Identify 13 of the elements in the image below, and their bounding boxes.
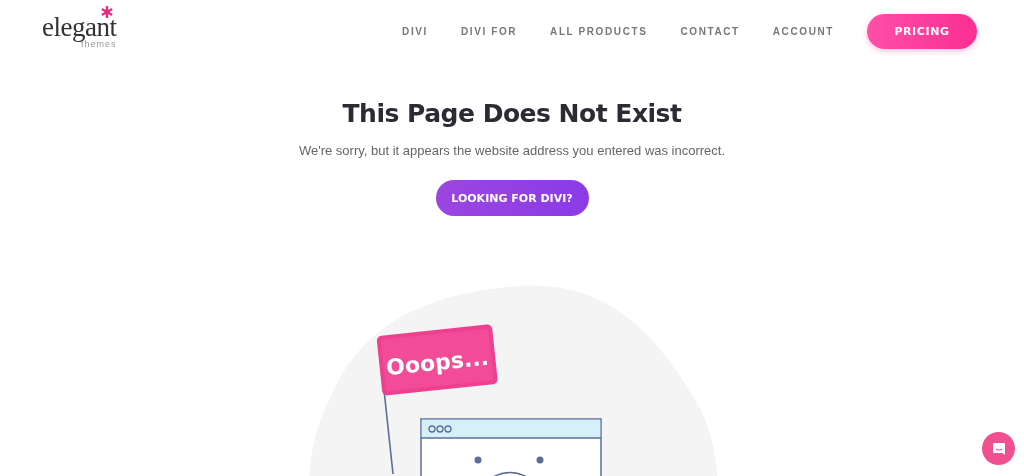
looking-for-divi-button[interactable]: LOOKING FOR DIVI? bbox=[435, 180, 589, 216]
nav-link[interactable]: DIVI bbox=[402, 25, 428, 37]
page-title: This Page Does Not Exist bbox=[342, 99, 682, 129]
nav-link[interactable]: ALL PRODUCTS bbox=[550, 25, 648, 37]
nav-link[interactable]: CONTACT bbox=[680, 25, 740, 37]
nav-link[interactable]: DIVI FOR bbox=[460, 25, 518, 37]
pricing-button[interactable]: PRICING bbox=[867, 13, 977, 49]
error-message: We're sorry, but it appears the website address you entered was incorrect. bbox=[298, 143, 726, 159]
flag-text: Ooops... bbox=[385, 344, 490, 381]
asterisk-icon bbox=[101, 6, 113, 18]
chat-icon bbox=[991, 441, 1006, 456]
nav-link[interactable]: ACCOUNT bbox=[772, 25, 834, 37]
chat-button[interactable] bbox=[982, 432, 1015, 465]
